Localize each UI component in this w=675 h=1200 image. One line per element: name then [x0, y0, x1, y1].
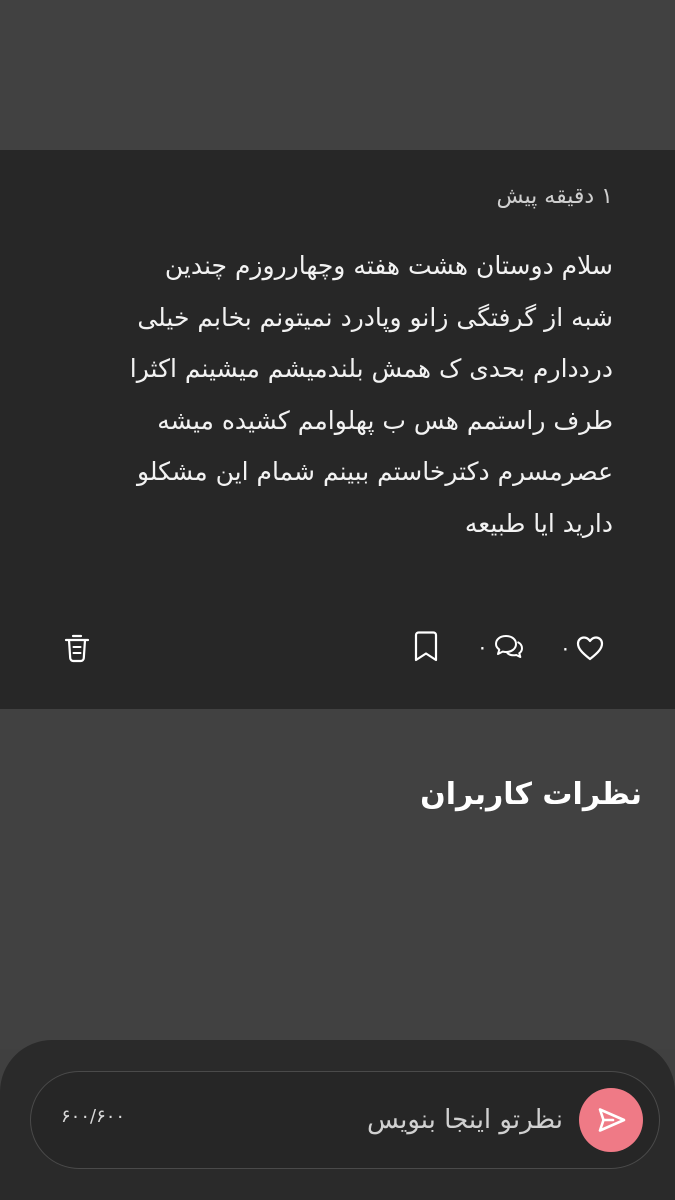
comment-input[interactable]: [233, 1098, 563, 1142]
heart-icon: [575, 634, 605, 662]
like-button[interactable]: ۰: [560, 634, 605, 662]
post-body: سلام دوستان هشت هفته وچهارروزم چندین شبه…: [129, 251, 613, 538]
comments-section: نظرات کاربران: [0, 709, 675, 1049]
bookmark-icon: [410, 630, 442, 664]
trash-icon: [62, 632, 92, 664]
chat-bubbles-icon: [494, 632, 524, 662]
post-card: ۱ دقیقه پیش سلام دوستان هشت هفته وچهاررو…: [0, 150, 675, 709]
character-counter: ۶۰۰/۶۰۰: [61, 1106, 126, 1127]
comment-button[interactable]: ۰: [477, 632, 524, 662]
comments-title: نظرات کاربران: [420, 777, 642, 812]
like-count: ۰: [560, 636, 571, 660]
comment-composer: ۶۰۰/۶۰۰: [30, 1071, 660, 1169]
send-icon: [594, 1103, 628, 1137]
post-actions: ۰ ۰: [0, 624, 675, 676]
comment-count: ۰: [477, 635, 488, 659]
send-button[interactable]: [579, 1088, 643, 1152]
bookmark-button[interactable]: [410, 630, 442, 664]
post-timestamp: ۱ دقیقه پیش: [496, 184, 614, 209]
top-area: [0, 0, 675, 150]
comment-composer-sheet: ۶۰۰/۶۰۰: [0, 1040, 675, 1200]
delete-button[interactable]: [62, 632, 92, 664]
